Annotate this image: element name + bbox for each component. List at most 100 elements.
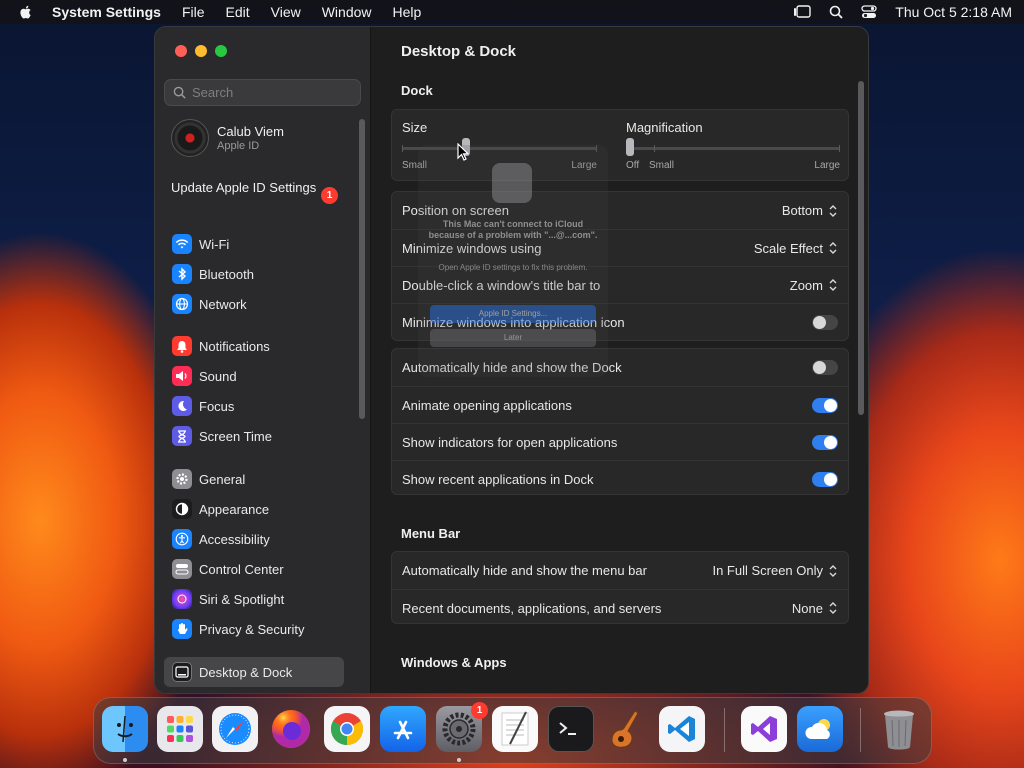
- update-apple-id-settings[interactable]: Update Apple ID Settings: [171, 180, 341, 196]
- bluetooth-icon: [172, 264, 192, 284]
- sidebar-item-label: Appearance: [199, 501, 270, 517]
- magnification-min-label: Small: [649, 160, 675, 171]
- menu-edit[interactable]: Edit: [226, 4, 250, 20]
- sidebar-group-network: Wi-Fi Bluetooth Network: [164, 229, 344, 319]
- apple-id-account[interactable]: Calub Viem Apple ID: [171, 119, 284, 157]
- sidebar-group-desktop: Desktop & Dock: [164, 657, 344, 687]
- vscode-icon[interactable]: [659, 706, 705, 752]
- auto-hide-menu-bar-select[interactable]: In Full Screen Only: [712, 563, 838, 578]
- dock-separator: [724, 708, 725, 752]
- alert-title: This Mac can't connect to iCloud because…: [428, 219, 598, 240]
- sidebar-item-sound[interactable]: Sound: [164, 361, 344, 391]
- sidebar-item-notifications[interactable]: Notifications: [164, 331, 344, 361]
- sidebar-item-general[interactable]: General: [164, 464, 344, 494]
- launchpad-icon[interactable]: [157, 706, 203, 752]
- bell-icon: [172, 336, 192, 356]
- trash-icon[interactable]: [876, 706, 922, 752]
- sidebar-item-label: General: [199, 471, 246, 487]
- terminal-icon[interactable]: [548, 706, 594, 752]
- row-label: Automatically hide and show the menu bar: [402, 563, 647, 578]
- recent-documents-select[interactable]: None: [792, 601, 838, 616]
- magnification-slider-knob[interactable]: [626, 138, 634, 156]
- show-recent-apps-row: Show recent applications in Dock: [392, 460, 848, 497]
- magnification-slider-label: Magnification: [626, 120, 703, 135]
- sidebar-item-privacy-security[interactable]: Privacy & Security: [164, 614, 344, 644]
- menu-clock[interactable]: Thu Oct 5 2:18 AM: [895, 4, 1012, 20]
- weather-icon[interactable]: [797, 706, 843, 752]
- control-center-menubar-icon[interactable]: [861, 5, 877, 19]
- chevron-updown-icon: [829, 242, 837, 254]
- position-select[interactable]: Bottom: [782, 203, 838, 218]
- magnification-slider[interactable]: Magnification Off Small Large: [626, 110, 840, 180]
- auto-hide-dock-toggle[interactable]: [812, 360, 838, 375]
- minimize-window-button[interactable]: [195, 45, 207, 57]
- apple-menu-icon[interactable]: [18, 4, 34, 20]
- alert-message: Open Apple ID settings to fix this probl…: [438, 263, 588, 272]
- sidebar-item-network[interactable]: Network: [164, 289, 344, 319]
- sidebar-group-notifications: Notifications Sound Focus Screen Time: [164, 331, 344, 451]
- app-store-icon[interactable]: [380, 706, 426, 752]
- show-indicators-toggle[interactable]: [812, 434, 838, 450]
- sidebar-item-appearance[interactable]: Appearance: [164, 494, 344, 524]
- double-click-select[interactable]: Zoom: [790, 278, 838, 293]
- section-title-dock: Dock: [401, 83, 433, 98]
- menu-bar: System Settings File Edit View Window He…: [0, 0, 1024, 24]
- visual-studio-icon[interactable]: [741, 706, 787, 752]
- sidebar-item-label: Privacy & Security: [199, 621, 305, 637]
- sidebar-scrollbar[interactable]: [359, 119, 365, 419]
- menu-view[interactable]: View: [271, 4, 301, 20]
- gear-icon: [172, 469, 192, 489]
- sidebar-item-screen-time[interactable]: Screen Time: [164, 421, 344, 451]
- menu-app-name[interactable]: System Settings: [52, 4, 161, 20]
- apple-id-settings-button[interactable]: Apple ID Settings...: [430, 305, 596, 323]
- speaker-icon: [172, 366, 192, 386]
- menu-help[interactable]: Help: [393, 4, 422, 20]
- sidebar-item-desktop-dock[interactable]: Desktop & Dock: [164, 657, 344, 687]
- animate-opening-toggle[interactable]: [812, 397, 838, 413]
- select-value: In Full Screen Only: [712, 563, 823, 578]
- zoom-window-button[interactable]: [215, 45, 227, 57]
- sidebar-item-label: Accessibility: [199, 531, 270, 547]
- chrome-icon[interactable]: [324, 706, 370, 752]
- sidebar-search[interactable]: [164, 79, 361, 106]
- magnification-slider-track[interactable]: [626, 147, 840, 150]
- show-recent-apps-toggle[interactable]: [812, 471, 838, 487]
- sidebar-item-accessibility[interactable]: Accessibility: [164, 524, 344, 554]
- main-scrollbar[interactable]: [858, 81, 864, 415]
- minimize-into-app-icon-toggle[interactable]: [812, 314, 838, 330]
- control-center-icon: [172, 559, 192, 579]
- animate-opening-row: Animate opening applications: [392, 386, 848, 423]
- sidebar-item-control-center[interactable]: Control Center: [164, 554, 344, 584]
- menu-file[interactable]: File: [182, 4, 205, 20]
- textedit-icon[interactable]: [492, 706, 538, 752]
- sidebar-item-label: Bluetooth: [199, 266, 254, 282]
- search-input[interactable]: [192, 85, 352, 100]
- finder-icon[interactable]: [102, 706, 148, 752]
- sidebar-item-wifi[interactable]: Wi-Fi: [164, 229, 344, 259]
- sidebar-item-siri-spotlight[interactable]: Siri & Spotlight: [164, 584, 344, 614]
- dock: 1: [93, 697, 932, 764]
- update-badge: 1: [321, 187, 338, 204]
- running-indicator: [457, 758, 461, 762]
- minimize-effect-select[interactable]: Scale Effect: [754, 241, 838, 256]
- auto-hide-menu-bar-row: Automatically hide and show the menu bar…: [392, 552, 848, 589]
- safari-icon[interactable]: [212, 706, 258, 752]
- close-window-button[interactable]: [175, 45, 187, 57]
- sidebar-item-bluetooth[interactable]: Bluetooth: [164, 259, 344, 289]
- icloud-alert-dialog: This Mac can't connect to iCloud because…: [418, 145, 608, 377]
- garageband-icon[interactable]: [604, 706, 650, 752]
- firefox-icon[interactable]: [268, 706, 314, 752]
- page-title: Desktop & Dock: [401, 43, 517, 60]
- appearance-icon: [172, 499, 192, 519]
- hand-icon: [172, 619, 192, 639]
- spotlight-search-icon[interactable]: [829, 5, 843, 19]
- sidebar-item-focus[interactable]: Focus: [164, 391, 344, 421]
- stage-manager-icon[interactable]: [793, 5, 811, 19]
- later-button[interactable]: Later: [430, 329, 596, 347]
- sidebar-item-label: Wi-Fi: [199, 236, 230, 252]
- chevron-updown-icon: [829, 204, 837, 217]
- hourglass-icon: [172, 426, 192, 446]
- menu-window[interactable]: Window: [322, 4, 372, 20]
- recent-documents-row: Recent documents, applications, and serv…: [392, 589, 848, 626]
- sidebar-item-label: Focus: [199, 398, 235, 414]
